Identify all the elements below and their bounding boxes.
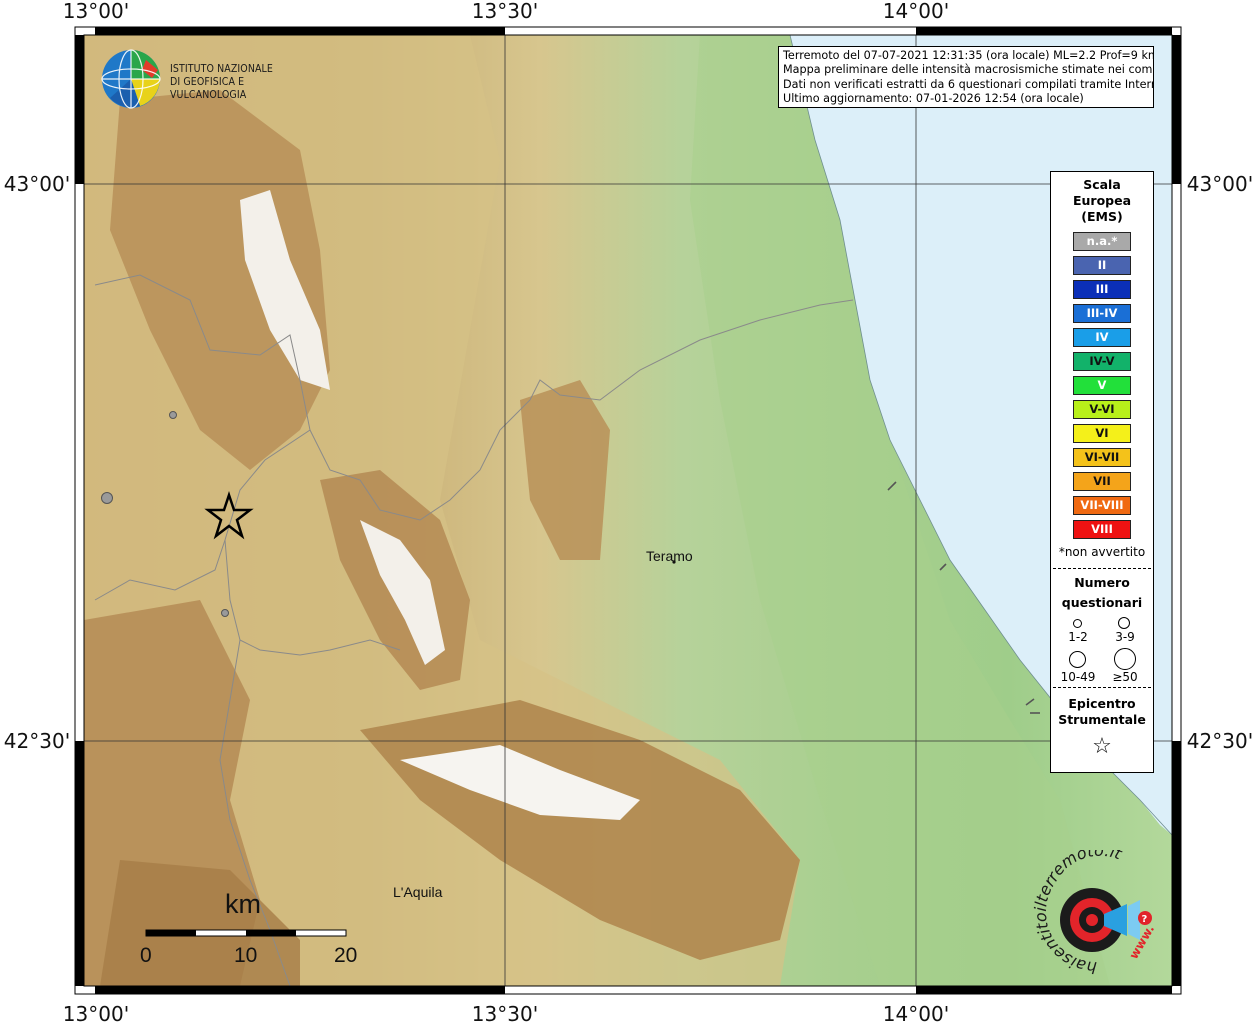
ems-swatch-vi: VI [1073, 424, 1131, 443]
coord-bottom-13-30: 13°30' [472, 1002, 538, 1024]
ems-swatch-n-a: n.a.* [1073, 232, 1131, 251]
legend-title: Scala Europea (EMS) [1051, 177, 1153, 225]
event-info-line: Dati non verificati estratti da 6 questi… [783, 77, 1154, 91]
epicenter-title-line: Strumentale [1058, 712, 1146, 727]
scale-tick-label: 20 [334, 944, 358, 967]
legend-title-line: Europea [1072, 193, 1132, 208]
questionnaire-point[interactable] [169, 411, 177, 419]
event-info-box: Terremoto del 07-07-2021 12:31:35 (ora l… [778, 46, 1154, 108]
ems-swatch-v: V [1073, 376, 1131, 395]
count-circle-1-2-icon [1073, 619, 1082, 628]
legend-title-line: Scala [1083, 177, 1121, 192]
count-legend-title: Numero questionari [1051, 573, 1153, 613]
ems-swatch-vi-vii: VI-VII [1073, 448, 1131, 467]
count-legend: 1-2 3-9 10-49 ≥50 [1051, 613, 1153, 684]
count-label: ≥50 [1112, 670, 1138, 684]
ems-swatch-viii: VIII [1073, 520, 1131, 539]
count-label: 10-49 [1060, 670, 1096, 684]
ems-swatch-vii: VII [1073, 472, 1131, 491]
count-circle-10-49-icon [1069, 651, 1086, 668]
ems-swatch-ii: II [1073, 256, 1131, 275]
scale-unit-label: km [225, 889, 261, 919]
coord-bottom-14-00: 14°00' [883, 1002, 949, 1024]
place-label-laquila: L'Aquila [393, 884, 443, 900]
ems-legend: Scala Europea (EMS) n.a.* II III III-IV IV IV… [1050, 171, 1154, 773]
count-circle-50-icon [1114, 648, 1136, 670]
legend-title-line: (EMS) [1081, 209, 1123, 224]
count-label: 3-9 [1115, 630, 1135, 644]
ingv-name-line2: DI GEOFISICA E VULCANOLOGIA [170, 76, 247, 101]
coord-right-42-30: 42°30' [1187, 729, 1253, 753]
questionnaire-point[interactable] [221, 609, 229, 617]
coord-left-43-00: 43°00' [4, 172, 70, 196]
haisentito-logo[interactable]: ? haisentitoilterremoto.it www. [1032, 850, 1162, 980]
scale-tick-label: 10 [234, 944, 258, 967]
questionnaire-point[interactable] [101, 492, 113, 504]
legend-divider [1053, 687, 1151, 688]
event-info-line: Ultimo aggiornamento: 07-01-2026 12:54 (… [783, 91, 1084, 105]
scale-bar [145, 929, 347, 937]
coord-top-14-00: 14°00' [883, 0, 949, 23]
epicenter-legend-title: Epicentro Strumentale [1051, 696, 1153, 728]
event-info-line: Terremoto del 07-07-2021 12:31:35 (ora l… [783, 49, 1154, 62]
count-title-line: Numero [1074, 575, 1130, 590]
legend-divider [1053, 568, 1151, 569]
event-info-line: Mappa preliminare delle intensità macros… [783, 63, 1154, 77]
ems-swatch-iv: IV [1073, 328, 1131, 347]
place-label-teramo: Teramo [646, 548, 693, 564]
coord-top-13-00: 13°00' [63, 0, 129, 23]
scale-tick-label: 0 [140, 944, 152, 967]
ems-swatch-v-vi: V-VI [1073, 400, 1131, 419]
ingv-logo: ISTITUTO NAZIONALE DI GEOFISICA E VULCAN… [100, 46, 315, 110]
coord-right-43-00: 43°00' [1187, 172, 1253, 196]
ingv-globe-icon [101, 49, 161, 109]
epicenter-title-line: Epicentro [1068, 696, 1136, 711]
ems-swatch-iii: III [1073, 280, 1131, 299]
ems-swatch-iv-v: IV-V [1073, 352, 1131, 371]
count-circle-3-9-icon [1118, 617, 1130, 629]
ems-swatch-vii-viii: VII-VIII [1073, 496, 1131, 515]
count-title-line: questionari [1061, 595, 1143, 610]
ems-scale-list: n.a.* II III III-IV IV IV-V V V-VI VI VI-VII VII VI… [1051, 232, 1153, 539]
coord-bottom-13-00: 13°00' [63, 1002, 129, 1024]
legend-note: *non avvertito [1058, 545, 1146, 559]
epicenter-star-legend-icon: ☆ [1092, 734, 1112, 759]
count-label: 1-2 [1068, 630, 1088, 644]
ingv-name-line1: ISTITUTO NAZIONALE [170, 63, 273, 75]
coord-left-42-30: 42°30' [4, 729, 70, 753]
ems-swatch-iii-iv: III-IV [1073, 304, 1131, 323]
coord-top-13-30: 13°30' [472, 0, 538, 23]
